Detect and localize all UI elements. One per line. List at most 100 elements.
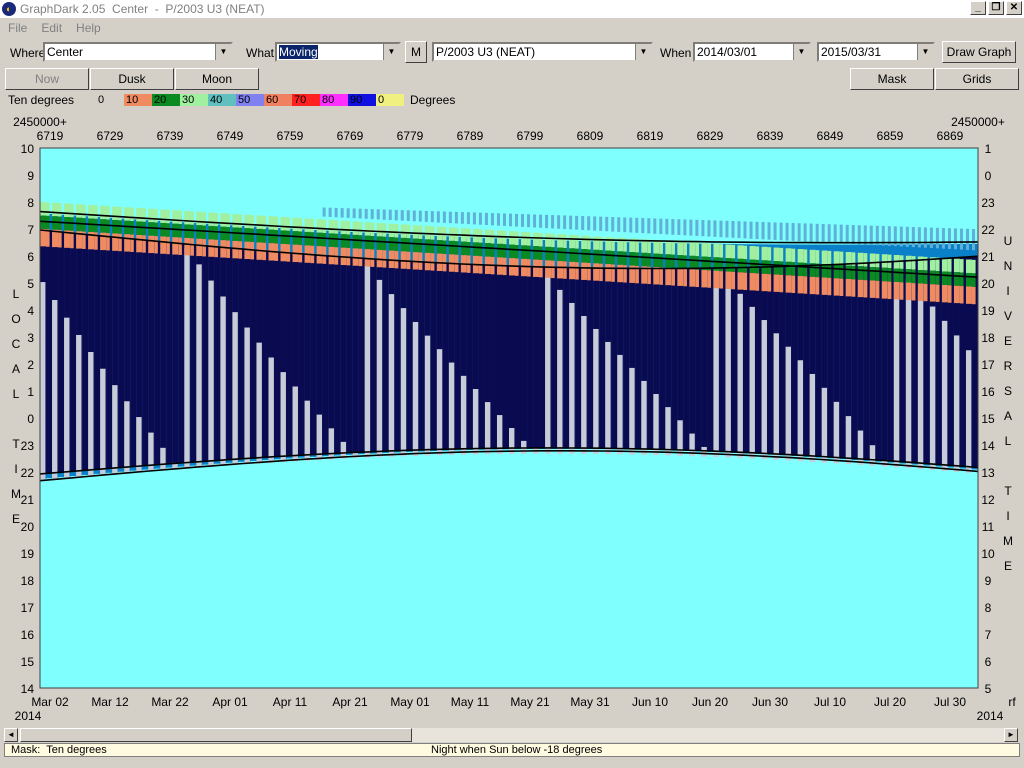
altitude-band-1 bbox=[641, 252, 648, 267]
start-date-select[interactable]: 2014/03/01 ▼ bbox=[693, 42, 811, 62]
moonlit-bar bbox=[641, 380, 647, 455]
ut-hour-label: 18 bbox=[981, 331, 995, 345]
altitude-band-0 bbox=[82, 204, 86, 219]
moonlit-bar bbox=[509, 428, 515, 454]
app-logo-icon: ◐ bbox=[2, 2, 16, 16]
altitude-band-1 bbox=[851, 265, 856, 280]
restore-button[interactable]: ❐ bbox=[988, 1, 1004, 15]
local-hour-label: 17 bbox=[21, 601, 35, 615]
moonlit-bar bbox=[436, 349, 443, 456]
dark-night-band bbox=[70, 232, 77, 472]
what-select[interactable]: Moving ▼ bbox=[275, 42, 401, 62]
minimize-button[interactable]: _ bbox=[970, 1, 986, 15]
jd-tick-label: 6739 bbox=[157, 129, 184, 143]
menu-help[interactable]: Help bbox=[76, 21, 101, 35]
chevron-down-icon[interactable]: ▼ bbox=[793, 44, 809, 60]
jd-tick-label: 6729 bbox=[97, 129, 124, 143]
dark-night-band bbox=[599, 268, 606, 449]
altitude-band-40 bbox=[803, 223, 807, 242]
scroll-left-arrow-icon[interactable]: ◄ bbox=[4, 728, 18, 742]
moon-button[interactable]: Moon bbox=[175, 68, 259, 90]
window-title: GraphDark 2.05 Center - P/2003 U3 (NEAT) bbox=[20, 2, 265, 16]
altitude-band-40 bbox=[653, 218, 657, 234]
altitude-band-1 bbox=[857, 266, 864, 280]
moonlit-bar bbox=[845, 416, 852, 465]
draw-graph-button[interactable]: Draw Graph bbox=[942, 41, 1016, 63]
jd-tick-label: 6789 bbox=[457, 129, 484, 143]
ut-hour-label: 23 bbox=[981, 196, 995, 210]
altitude-band-40 bbox=[478, 212, 482, 225]
altitude-band-40 bbox=[695, 219, 699, 236]
altitude-band-2 bbox=[779, 274, 784, 293]
altitude-band-1 bbox=[334, 233, 339, 248]
jd-tick-label: 6839 bbox=[757, 129, 784, 143]
dark-night-band bbox=[160, 241, 167, 465]
menu-edit[interactable]: Edit bbox=[41, 21, 62, 35]
altitude-band-1 bbox=[509, 244, 516, 259]
altitude-band-0 bbox=[292, 217, 299, 232]
chevron-down-icon[interactable]: ▼ bbox=[383, 44, 399, 60]
altitude-band-2 bbox=[593, 263, 600, 281]
moonlit-bar bbox=[809, 373, 816, 462]
moonlit-bar bbox=[605, 341, 611, 455]
altitude-band-0 bbox=[881, 254, 888, 268]
altitude-band-40 bbox=[436, 211, 440, 223]
altitude-band-1 bbox=[322, 233, 327, 247]
ut-hour-label: 6 bbox=[985, 655, 992, 669]
object-select[interactable]: P/2003 U3 (NEAT) ▼ bbox=[432, 42, 653, 62]
altitude-band-1 bbox=[893, 268, 900, 283]
altitude-band-40 bbox=[611, 217, 615, 232]
altitude-band-1 bbox=[460, 241, 467, 256]
horizontal-scrollbar[interactable]: ◄ ► bbox=[4, 728, 1018, 742]
grids-button[interactable]: Grids bbox=[935, 68, 1019, 90]
altitude-band-40 bbox=[322, 207, 326, 217]
scroll-right-arrow-icon[interactable]: ► bbox=[1004, 728, 1018, 742]
altitude-band-2 bbox=[911, 283, 916, 301]
jd-tick-label: 6759 bbox=[277, 129, 304, 143]
altitude-band-0 bbox=[809, 249, 816, 264]
dark-night-band bbox=[382, 259, 390, 452]
moonlit-bar bbox=[88, 351, 94, 476]
moonlit-bar bbox=[785, 346, 792, 461]
altitude-band-40 bbox=[617, 217, 621, 232]
altitude-band-1 bbox=[545, 246, 552, 261]
altitude-band-2 bbox=[238, 241, 243, 259]
dark-night-band bbox=[238, 248, 245, 459]
altitude-band-2 bbox=[605, 264, 612, 282]
altitude-band-40 bbox=[917, 227, 921, 248]
date-tick-label: Mar 02 bbox=[31, 695, 69, 709]
altitude-band-2 bbox=[749, 273, 756, 291]
now-button[interactable]: Now bbox=[5, 68, 89, 90]
dark-night-band bbox=[515, 266, 522, 449]
legend-swatch-4: 40 bbox=[208, 94, 236, 106]
close-button[interactable]: ✕ bbox=[1006, 1, 1022, 15]
moonlit-bar bbox=[941, 320, 948, 471]
where-select[interactable]: Center ▼ bbox=[43, 42, 233, 62]
altitude-band-0 bbox=[725, 244, 732, 259]
dark-night-band bbox=[286, 252, 293, 456]
mask-button[interactable]: Mask bbox=[850, 68, 934, 90]
end-date-select[interactable]: 2015/03/31 ▼ bbox=[817, 42, 935, 62]
dark-night-band bbox=[623, 268, 630, 449]
menu-file[interactable]: File bbox=[8, 21, 27, 35]
moonlit-bar bbox=[797, 360, 804, 462]
m-button[interactable]: M bbox=[405, 41, 427, 63]
chevron-down-icon[interactable]: ▼ bbox=[215, 44, 231, 60]
altitude-band-40 bbox=[370, 209, 374, 220]
altitude-band-1 bbox=[118, 220, 122, 234]
altitude-band-1 bbox=[316, 232, 323, 247]
altitude-band-2 bbox=[563, 261, 567, 279]
chevron-down-icon[interactable]: ▼ bbox=[917, 44, 933, 60]
altitude-band-2 bbox=[893, 282, 900, 300]
altitude-band-2 bbox=[665, 267, 672, 286]
dusk-button[interactable]: Dusk bbox=[90, 68, 174, 90]
menu-bar: File Edit Help bbox=[0, 18, 1024, 37]
altitude-band-1 bbox=[100, 219, 107, 233]
dark-night-band bbox=[767, 266, 774, 454]
altitude-band-2 bbox=[863, 280, 868, 298]
altitude-band-1 bbox=[484, 243, 491, 257]
scroll-thumb[interactable] bbox=[20, 728, 412, 742]
chevron-down-icon[interactable]: ▼ bbox=[635, 44, 651, 60]
altitude-band-0 bbox=[322, 219, 327, 234]
altitude-band-1 bbox=[364, 235, 371, 250]
